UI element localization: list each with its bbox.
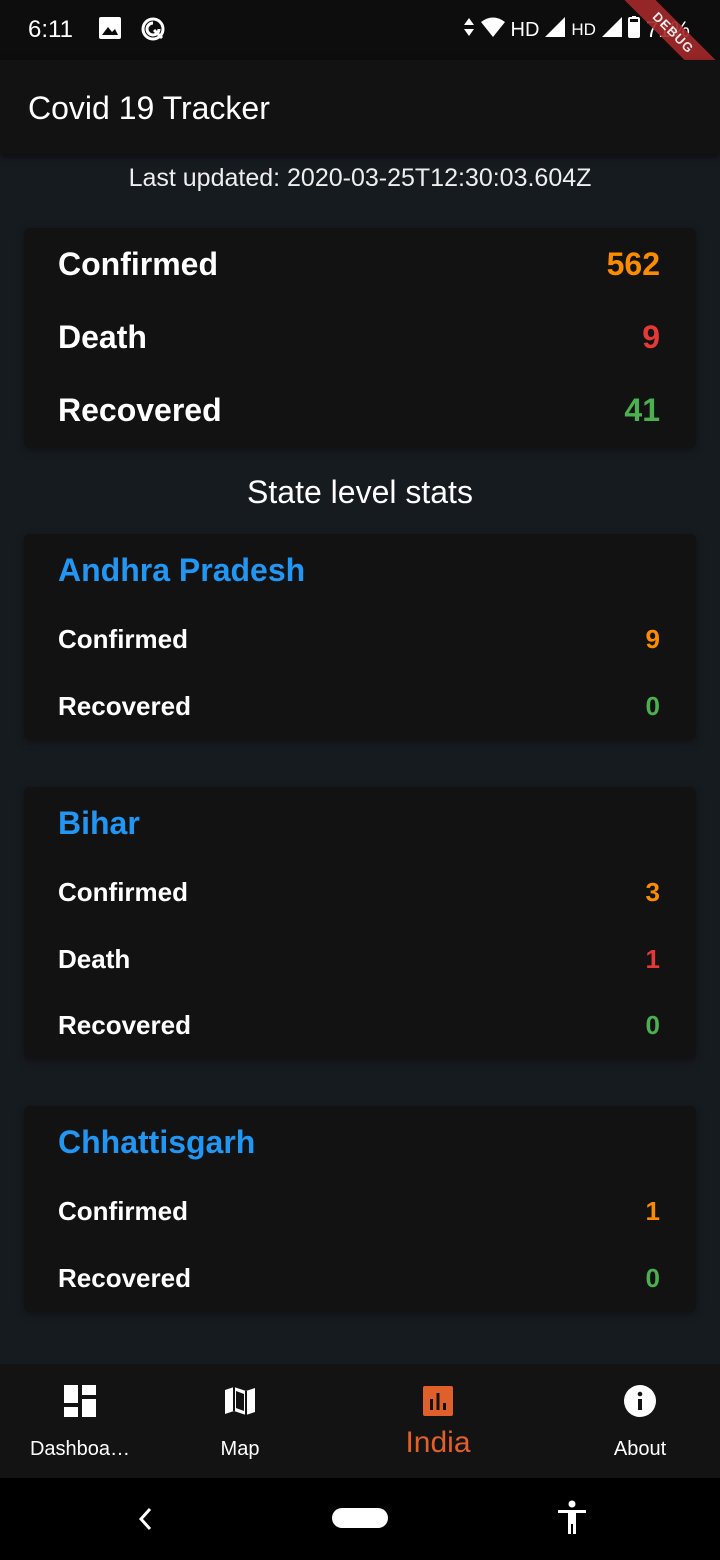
data-arrows-icon xyxy=(463,17,475,43)
state-confirmed-row: Confirmed 9 xyxy=(58,624,660,655)
summary-death-value: 9 xyxy=(642,319,660,355)
state-confirmed-label: Confirmed xyxy=(58,877,188,907)
home-pill-icon[interactable] xyxy=(332,1508,388,1528)
last-updated-text: Last updated: 2020-03-25T12:30:03.604Z xyxy=(128,164,592,192)
nav-label-map: Map xyxy=(220,1438,260,1460)
state-recovered-row: Recovered 0 xyxy=(58,1010,660,1041)
battery-icon xyxy=(627,16,640,44)
summary-recovered-value: 41 xyxy=(624,392,660,428)
bottom-navigation: Dashboa… Map India About xyxy=(0,1364,720,1478)
network-label-2: HD xyxy=(571,20,596,39)
nav-item-about[interactable]: About xyxy=(560,1364,720,1478)
summary-death-label: Death xyxy=(58,319,147,355)
state-confirmed-row: Confirmed 1 xyxy=(58,1196,660,1227)
nav-item-map[interactable]: Map xyxy=(160,1364,320,1478)
state-recovered-value: 0 xyxy=(645,1263,660,1293)
state-name: Andhra Pradesh xyxy=(58,552,306,588)
nav-label-india: India xyxy=(405,1426,471,1459)
state-confirmed-label: Confirmed xyxy=(58,624,188,654)
summary-confirmed-value: 562 xyxy=(606,246,660,282)
state-name: Chhattisgarh xyxy=(58,1124,256,1160)
state-name: Bihar xyxy=(58,805,140,841)
bar-chart-icon xyxy=(423,1386,453,1421)
state-death-row: Death 1 xyxy=(58,944,660,975)
nav-label-dashboard: Dashboa… xyxy=(29,1438,131,1460)
nav-label-about: About xyxy=(613,1438,667,1460)
state-recovered-value: 0 xyxy=(645,691,660,721)
state-confirmed-value: 3 xyxy=(645,877,660,907)
state-recovered-label: Recovered xyxy=(58,1010,191,1040)
summary-card: Confirmed 562 Death 9 Recovered 41 xyxy=(24,228,696,448)
state-death-value: 1 xyxy=(645,944,660,974)
signal-icon-1 xyxy=(545,17,566,43)
nav-item-india[interactable]: India xyxy=(358,1364,518,1478)
state-death-label: Death xyxy=(58,944,131,974)
state-recovered-value: 0 xyxy=(645,1010,660,1040)
summary-confirmed-label: Confirmed xyxy=(58,246,218,282)
dashboard-icon xyxy=(63,1384,97,1423)
nav-item-dashboard[interactable]: Dashboa… xyxy=(0,1364,160,1478)
summary-confirmed-row: Confirmed 562 xyxy=(58,246,660,283)
status-bar: 6:11 HD HD 71% DEBUG xyxy=(0,0,720,101)
state-card-bihar[interactable]: Bihar Confirmed 3 Death 1 Recovered 0 xyxy=(24,787,696,1059)
state-confirmed-row: Confirmed 3 xyxy=(58,877,660,908)
summary-death-row: Death 9 xyxy=(58,319,660,356)
state-confirmed-value: 9 xyxy=(645,624,660,654)
map-icon xyxy=(223,1384,257,1423)
summary-recovered-row: Recovered 41 xyxy=(58,392,660,429)
status-time: 6:11 xyxy=(28,16,73,43)
info-icon xyxy=(623,1384,657,1423)
back-icon[interactable] xyxy=(136,1506,156,1537)
accessibility-icon[interactable] xyxy=(556,1500,588,1541)
state-recovered-label: Recovered xyxy=(58,1263,191,1293)
state-confirmed-value: 1 xyxy=(645,1196,660,1226)
wifi-icon xyxy=(480,17,505,43)
app-bar: Covid 19 Tracker xyxy=(0,60,720,154)
image-notification-icon xyxy=(98,16,122,45)
signal-icon-2 xyxy=(601,17,622,43)
state-card-chhattisgarh[interactable]: Chhattisgarh Confirmed 1 Recovered 0 xyxy=(24,1106,696,1312)
sync-notification-icon xyxy=(140,16,166,47)
state-recovered-label: Recovered xyxy=(58,691,191,721)
state-recovered-row: Recovered 0 xyxy=(58,1263,660,1294)
app-title: Covid 19 Tracker xyxy=(28,90,270,126)
summary-recovered-label: Recovered xyxy=(58,392,222,428)
system-navigation-bar xyxy=(0,1478,720,1560)
state-card-andhra-pradesh[interactable]: Andhra Pradesh Confirmed 9 Recovered 0 xyxy=(24,534,696,740)
state-recovered-row: Recovered 0 xyxy=(58,691,660,722)
state-confirmed-label: Confirmed xyxy=(58,1196,188,1226)
network-label-1: HD xyxy=(510,18,540,41)
section-title: State level stats xyxy=(247,474,473,510)
